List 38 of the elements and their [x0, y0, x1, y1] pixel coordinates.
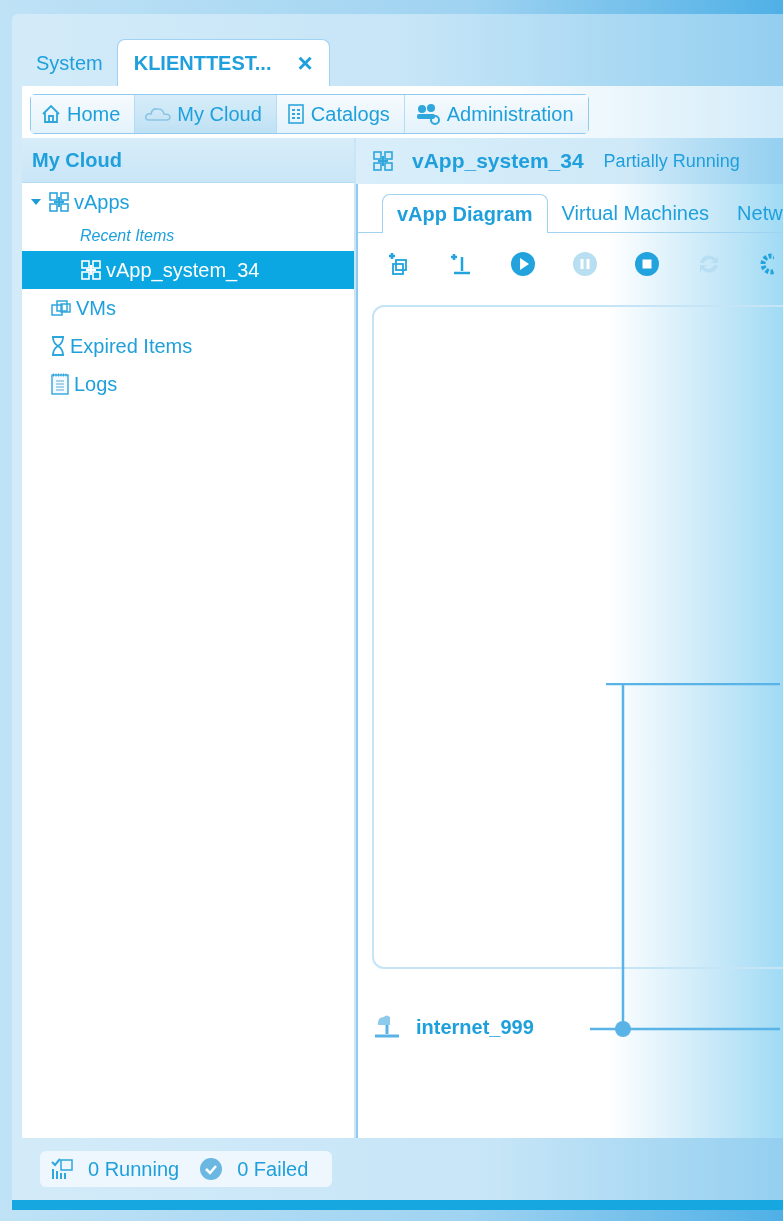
running-count: 0 Running: [88, 1157, 180, 1181]
tree-item[interactable]: vApp_system_34: [22, 251, 354, 289]
check-badge-icon: [199, 1157, 224, 1181]
play-icon[interactable]: [510, 251, 536, 277]
task-list-icon: [50, 1157, 74, 1181]
tree-item[interactable]: VMs: [22, 289, 354, 327]
hourglass-icon: [50, 335, 66, 357]
vapp-icon: [372, 150, 394, 172]
vapp-status: Partially Running: [603, 150, 740, 172]
stacked-windows-icon: [50, 298, 72, 318]
workspace-tab[interactable]: System: [22, 40, 117, 86]
notepad-icon: [50, 372, 70, 396]
close-icon[interactable]: ×: [297, 47, 313, 79]
cloud-icon: [145, 106, 172, 122]
tree-item[interactable]: Expired Items: [22, 327, 354, 365]
tab[interactable]: Netw: [723, 194, 783, 232]
users-gear-icon: [414, 103, 441, 125]
panel-header: My Cloud: [22, 138, 354, 183]
network-icon: [372, 1013, 402, 1041]
vapp-title: vApp_system_34: [412, 149, 584, 173]
nav-button[interactable]: Catalogs: [276, 95, 405, 133]
house-icon: [41, 104, 61, 124]
nav-button[interactable]: My Cloud: [135, 95, 277, 133]
tree-item[interactable]: vApps: [22, 183, 354, 221]
tree-item[interactable]: Logs: [22, 365, 354, 403]
section-label: Recent Items: [79, 226, 176, 246]
network-name: internet_999: [416, 1015, 534, 1039]
vapp-icon: [48, 191, 70, 213]
vapp-icon: [80, 259, 102, 281]
stop-icon[interactable]: [634, 251, 660, 277]
nav-button[interactable]: Home: [31, 95, 136, 133]
catalog-icon: [286, 103, 305, 125]
settings-icon[interactable]: [758, 251, 774, 277]
tab[interactable]: vApp Diagram: [382, 194, 548, 233]
failed-count: 0 Failed: [237, 1157, 309, 1181]
tab[interactable]: Virtual Machines: [547, 194, 724, 232]
workspace-tab[interactable]: KLIENTTEST... ×: [116, 39, 330, 86]
nav-button[interactable]: Administration: [404, 95, 588, 133]
